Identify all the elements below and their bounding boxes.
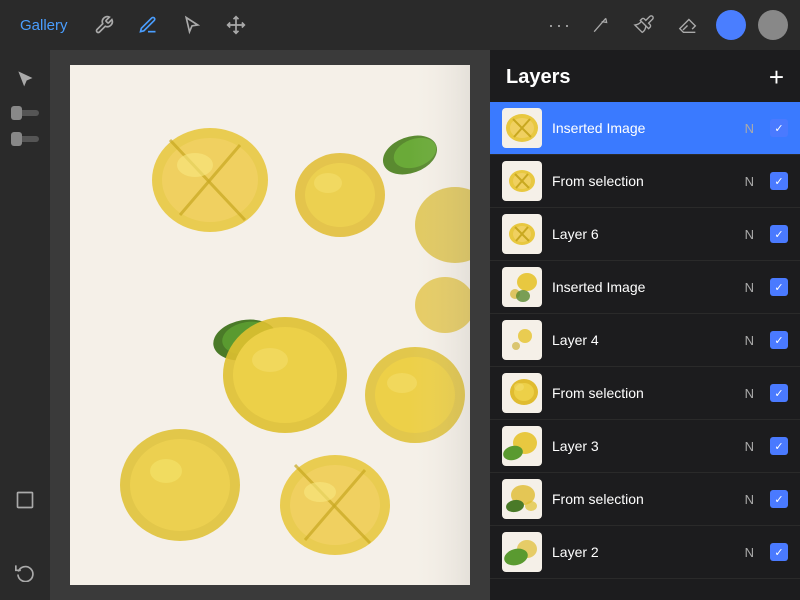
left-sidebar bbox=[0, 50, 50, 600]
layer-blend-mode: N bbox=[745, 174, 754, 189]
layer-blend-mode: N bbox=[745, 333, 754, 348]
square-tool[interactable] bbox=[7, 482, 43, 518]
layers-list: Inserted ImageNFrom selectionNLayer 6NIn… bbox=[490, 102, 800, 579]
layer-row[interactable]: Layer 6 N bbox=[490, 208, 800, 261]
layer-thumbnail bbox=[502, 161, 542, 201]
layer-name: Layer 4 bbox=[552, 332, 735, 348]
layer-visibility-checkbox[interactable] bbox=[770, 384, 788, 402]
layer-row[interactable]: Inserted Image N bbox=[490, 102, 800, 155]
layer-blend-mode: N bbox=[745, 227, 754, 242]
canvas-area[interactable] bbox=[50, 50, 490, 600]
layer-name: From selection bbox=[552, 173, 735, 189]
brush-size-slider[interactable] bbox=[11, 110, 39, 116]
brush-tool-icon[interactable] bbox=[628, 9, 660, 41]
layers-add-button[interactable]: + bbox=[769, 64, 784, 90]
layer-blend-mode: N bbox=[745, 280, 754, 295]
layer-row[interactable]: From selection N bbox=[490, 155, 800, 208]
eraser-tool-icon[interactable] bbox=[672, 9, 704, 41]
sidebar-cursor-tool[interactable] bbox=[7, 60, 43, 96]
layer-name: Layer 2 bbox=[552, 544, 735, 560]
layer-visibility-checkbox[interactable] bbox=[770, 119, 788, 137]
modify-icon[interactable] bbox=[132, 9, 164, 41]
layer-thumbnail bbox=[502, 320, 542, 360]
layer-thumbnail bbox=[502, 108, 542, 148]
layer-thumbnail bbox=[502, 267, 542, 307]
layer-blend-mode: N bbox=[745, 439, 754, 454]
layers-header: Layers + bbox=[490, 50, 800, 102]
user-avatar[interactable] bbox=[758, 10, 788, 40]
layer-visibility-checkbox[interactable] bbox=[770, 278, 788, 296]
layer-visibility-checkbox[interactable] bbox=[770, 172, 788, 190]
layer-thumbnail bbox=[502, 426, 542, 466]
drawing-canvas[interactable] bbox=[70, 65, 470, 585]
gallery-button[interactable]: Gallery bbox=[12, 13, 76, 38]
wrench-icon[interactable] bbox=[88, 9, 120, 41]
pen-tool-icon[interactable] bbox=[584, 9, 616, 41]
layer-row[interactable]: Layer 3 N bbox=[490, 420, 800, 473]
layers-title: Layers bbox=[506, 66, 571, 89]
layer-thumbnail bbox=[502, 479, 542, 519]
layer-row[interactable]: Layer 2 N bbox=[490, 526, 800, 579]
selection-icon[interactable] bbox=[176, 9, 208, 41]
layer-blend-mode: N bbox=[745, 545, 754, 560]
layer-blend-mode: N bbox=[745, 492, 754, 507]
brush-opacity-slider[interactable] bbox=[11, 136, 39, 142]
layer-name: From selection bbox=[552, 491, 735, 507]
layer-visibility-checkbox[interactable] bbox=[770, 331, 788, 349]
layer-visibility-checkbox[interactable] bbox=[770, 225, 788, 243]
layer-row[interactable]: From selection N bbox=[490, 367, 800, 420]
layer-name: Inserted Image bbox=[552, 279, 735, 295]
layer-row[interactable]: From selection N bbox=[490, 473, 800, 526]
layer-row[interactable]: Layer 4 N bbox=[490, 314, 800, 367]
layer-name: Inserted Image bbox=[552, 120, 735, 136]
layer-visibility-checkbox[interactable] bbox=[770, 490, 788, 508]
layer-blend-mode: N bbox=[745, 121, 754, 136]
undo-tool[interactable] bbox=[7, 554, 43, 590]
color-swatch[interactable] bbox=[716, 10, 746, 40]
layer-thumbnail bbox=[502, 373, 542, 413]
layer-visibility-checkbox[interactable] bbox=[770, 543, 788, 561]
top-toolbar: Gallery ··· bbox=[0, 0, 800, 50]
layer-name: From selection bbox=[552, 385, 735, 401]
layer-visibility-checkbox[interactable] bbox=[770, 437, 788, 455]
more-options-icon[interactable]: ··· bbox=[548, 15, 572, 36]
layers-panel: Layers + Inserted ImageNFrom selectionNL… bbox=[490, 50, 800, 600]
layer-row[interactable]: Inserted Image N bbox=[490, 261, 800, 314]
transform-icon[interactable] bbox=[220, 9, 252, 41]
layer-name: Layer 6 bbox=[552, 226, 735, 242]
layer-name: Layer 3 bbox=[552, 438, 735, 454]
layer-blend-mode: N bbox=[745, 386, 754, 401]
layer-thumbnail bbox=[502, 532, 542, 572]
layer-thumbnail bbox=[502, 214, 542, 254]
